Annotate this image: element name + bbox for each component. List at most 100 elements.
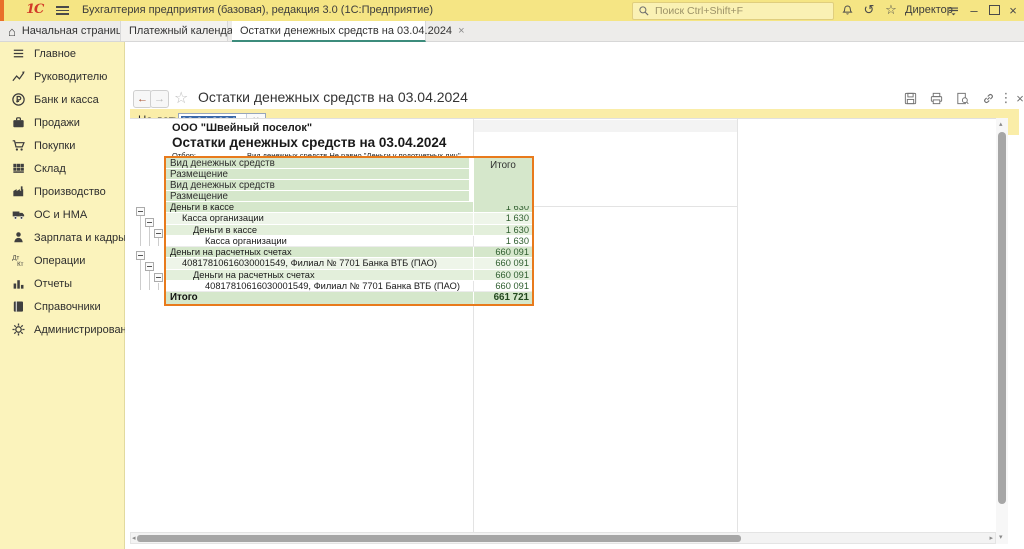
report-header-row[interactable]: Размещение — [166, 191, 469, 202]
title-bar: 1С Бухгалтерия предприятия (базовая), ре… — [0, 0, 1024, 21]
cart-icon — [11, 138, 26, 153]
report-header-row[interactable]: Вид денежных средств — [166, 158, 469, 169]
report-row[interactable]: Деньги на расчетных счетах660 091 — [166, 247, 532, 258]
horizontal-scroll-thumb[interactable] — [137, 535, 741, 542]
row-value: 660 091 — [473, 281, 532, 291]
brand-stripe — [0, 0, 4, 21]
sidebar-item-label: Склад — [34, 163, 66, 175]
get-link-icon[interactable] — [979, 90, 997, 106]
report-header-block: Вид денежных средствРазмещениеВид денежн… — [166, 158, 532, 202]
sidebar-item-glavnoe[interactable]: Главное — [0, 42, 124, 65]
global-search[interactable] — [632, 2, 834, 20]
tab-cash-balances[interactable]: Остатки денежных средств на 03.04.2024 × — [232, 21, 426, 42]
tree-line — [140, 215, 141, 246]
print-icon[interactable] — [927, 90, 945, 106]
sidebar-item-label: Справочники — [34, 301, 101, 313]
main-area: ← → ☆ Остатки денежных средств на 03.04.… — [125, 42, 1024, 549]
sidebar-item-sklad[interactable]: Склад — [0, 157, 124, 180]
save-icon[interactable] — [901, 90, 919, 106]
chart-up-icon — [11, 69, 26, 84]
report-row[interactable]: 40817810616030001549, Филиал № 7701 Банк… — [166, 258, 532, 269]
group-collapse-button[interactable] — [154, 273, 163, 282]
gridline — [532, 206, 737, 207]
menu-lines-icon — [11, 46, 26, 61]
1c-logo: 1С — [26, 2, 43, 17]
sidebar-item-administrirovanie[interactable]: Администрирование — [0, 318, 124, 341]
sidebar-item-label: Банк и касса — [34, 94, 99, 106]
sidebar-item-pokupki[interactable]: Покупки — [0, 134, 124, 157]
bar-chart-icon — [11, 276, 26, 291]
scroll-left-icon[interactable]: ◂ — [132, 535, 136, 542]
print-preview-icon[interactable] — [953, 90, 971, 106]
report-row[interactable]: 40817810616030001549, Филиал № 7701 Банк… — [166, 281, 532, 292]
sidebar-item-label: Продажи — [34, 117, 80, 129]
group-collapse-button[interactable] — [154, 229, 163, 238]
service-menu-icon[interactable] — [944, 1, 962, 19]
ruble-coin-icon — [11, 92, 26, 107]
tab-close-icon[interactable]: × — [458, 25, 464, 37]
scroll-down-icon[interactable]: ▾ — [999, 534, 1003, 541]
close-form-icon[interactable]: × — [1011, 90, 1024, 106]
truck-icon — [11, 207, 26, 222]
tree-line — [158, 283, 159, 290]
page-title: Остатки денежных средств на 03.04.2024 — [198, 89, 468, 105]
sidebar-item-proizvodstvo[interactable]: Производство — [0, 180, 124, 203]
group-collapse-button[interactable] — [136, 251, 145, 260]
report-table[interactable]: Вид денежных средствРазмещениеВид денежн… — [164, 156, 534, 306]
sections-panel: Главное Руководителю Банк и касса Продажи По… — [0, 42, 125, 549]
tab-home-page[interactable]: ⌂ Начальная страница — [8, 21, 128, 41]
sidebar-item-otchety[interactable]: Отчеты — [0, 272, 124, 295]
sidebar-item-label: Руководителю — [34, 71, 107, 83]
row-label: Деньги в кассе — [166, 202, 473, 212]
sidebar-item-rukovoditelyu[interactable]: Руководителю — [0, 65, 124, 88]
main-menu-icon[interactable] — [56, 6, 69, 15]
sidebar-item-bank-i-kassa[interactable]: Банк и касса — [0, 88, 124, 111]
group-collapse-button[interactable] — [136, 207, 145, 216]
report-total-row[interactable]: Итого 661 721 — [166, 292, 532, 304]
sidebar-item-prodazhi[interactable]: Продажи — [0, 111, 124, 134]
total-column-header[interactable]: Итого — [473, 158, 532, 206]
row-label: Деньги на расчетных счетах — [166, 270, 473, 280]
gear-icon — [11, 322, 26, 337]
group-collapse-button[interactable] — [145, 262, 154, 271]
scroll-right-icon[interactable]: ▸ — [989, 535, 993, 542]
sidebar-item-label: ОС и НМА — [34, 209, 87, 221]
horizontal-scrollbar[interactable]: ◂ ▸ — [130, 532, 996, 544]
notifications-bell-icon[interactable] — [838, 1, 856, 19]
vertical-scrollbar[interactable]: ▴ ▾ — [996, 118, 1008, 544]
sidebar-item-os-i-nma[interactable]: ОС и НМА — [0, 203, 124, 226]
sidebar-item-label: Отчеты — [34, 278, 72, 290]
favorites-star-icon[interactable]: ☆ — [882, 1, 900, 19]
group-collapse-button[interactable] — [145, 218, 154, 227]
vertical-scroll-thumb[interactable] — [998, 132, 1006, 504]
row-value: 660 091 — [473, 270, 532, 280]
sidebar-item-label: Производство — [34, 186, 106, 198]
row-label: Деньги на расчетных счетах — [166, 247, 473, 257]
report-row[interactable]: Деньги в кассе1 630 — [166, 225, 532, 236]
close-window-button[interactable]: × — [1004, 1, 1022, 19]
sidebar-item-spravochniki[interactable]: Справочники — [0, 295, 124, 318]
favorite-star-icon[interactable]: ☆ — [174, 88, 188, 108]
report-header-row[interactable]: Вид денежных средств — [166, 180, 469, 191]
app-title: Бухгалтерия предприятия (базовая), редак… — [82, 4, 433, 16]
report-row[interactable]: Касса организации1 630 — [166, 213, 532, 224]
row-label: 40817810616030001549, Филиал № 7701 Банк… — [166, 281, 473, 291]
sidebar-item-operacii[interactable]: ДтКтОперации — [0, 249, 124, 272]
maximize-button[interactable] — [985, 1, 1003, 19]
report-row[interactable]: Деньги на расчетных счетах660 091 — [166, 270, 532, 281]
report-canvas: ООО "Швейный поселок" Остатки денежных с… — [130, 118, 996, 532]
report-row[interactable]: Касса организации1 630 — [166, 236, 532, 247]
forward-button[interactable]: → — [150, 90, 169, 108]
tab-payment-calendar[interactable]: Платежный календарь × — [120, 21, 228, 41]
history-icon[interactable]: ↺ — [860, 1, 878, 19]
search-input[interactable] — [653, 4, 817, 18]
gridline — [737, 119, 738, 532]
minimize-button[interactable]: – — [965, 1, 983, 19]
tree-line — [149, 271, 150, 290]
scroll-up-icon[interactable]: ▴ — [999, 121, 1003, 128]
tab-label: Остатки денежных средств на 03.04.2024 — [240, 25, 452, 37]
sidebar-item-label: Покупки — [34, 140, 75, 152]
report-header-row[interactable]: Размещение — [166, 169, 469, 180]
sidebar-item-label: Операции — [34, 255, 85, 267]
sidebar-item-zarplata-i-kadry[interactable]: Зарплата и кадры — [0, 226, 124, 249]
